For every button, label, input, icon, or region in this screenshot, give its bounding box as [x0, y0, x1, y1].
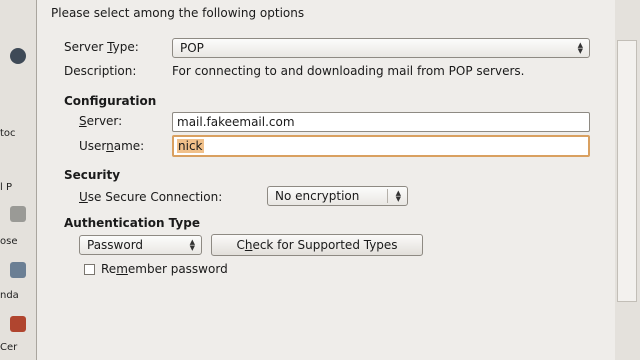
server-type-label: Server Type:	[64, 40, 139, 54]
app-icon	[10, 262, 26, 278]
background-fragment: l P	[0, 182, 12, 193]
secure-connection-select[interactable]: No encryption ▲ ▼	[267, 186, 408, 206]
server-type-value: POP	[180, 41, 204, 55]
remember-password-checkbox[interactable]	[84, 264, 95, 275]
app-icon	[10, 206, 26, 222]
background-window-right	[615, 0, 640, 360]
description-label: Description:	[64, 64, 137, 78]
check-supported-types-label: Check for Supported Types	[236, 238, 398, 252]
secure-connection-label: Use Secure Connection:	[79, 190, 223, 204]
background-fragment: Cer	[0, 342, 18, 353]
authentication-type-select[interactable]: Password ▲ ▼	[79, 235, 202, 255]
authentication-heading: Authentication Type	[64, 216, 200, 230]
server-label: Server:	[79, 114, 123, 128]
account-setup-dialog: Please select among the following option…	[36, 0, 616, 360]
check-supported-types-button[interactable]: Check for Supported Types	[211, 234, 423, 256]
user-icon	[10, 48, 26, 64]
combo-arrows-icon: ▲ ▼	[395, 189, 401, 203]
remember-password-label[interactable]: Remember password	[101, 262, 228, 276]
secure-connection-value: No encryption	[275, 189, 360, 203]
combo-arrows-icon: ▲ ▼	[577, 41, 583, 55]
security-heading: Security	[64, 168, 121, 182]
combo-arrows-icon: ▲ ▼	[189, 238, 195, 252]
background-window-left: toc l P ose nda Cer	[0, 0, 37, 360]
server-value: mail.fakeemail.com	[177, 115, 295, 129]
app-icon	[10, 316, 26, 332]
username-input[interactable]: nick	[172, 135, 590, 157]
scrollbar-track	[617, 40, 637, 302]
background-fragment: nda	[0, 290, 19, 301]
background-fragment: ose	[0, 236, 18, 247]
server-type-select[interactable]: POP ▲ ▼	[172, 38, 590, 58]
intro-text: Please select among the following option…	[51, 6, 305, 20]
server-input[interactable]: mail.fakeemail.com	[172, 112, 590, 132]
configuration-heading: Configuration	[64, 94, 157, 108]
authentication-type-value: Password	[87, 238, 144, 252]
background-fragment: toc	[0, 128, 16, 139]
username-value: nick	[177, 139, 204, 153]
username-label: Username:	[79, 139, 145, 153]
description-text: For connecting to and downloading mail f…	[172, 64, 525, 78]
